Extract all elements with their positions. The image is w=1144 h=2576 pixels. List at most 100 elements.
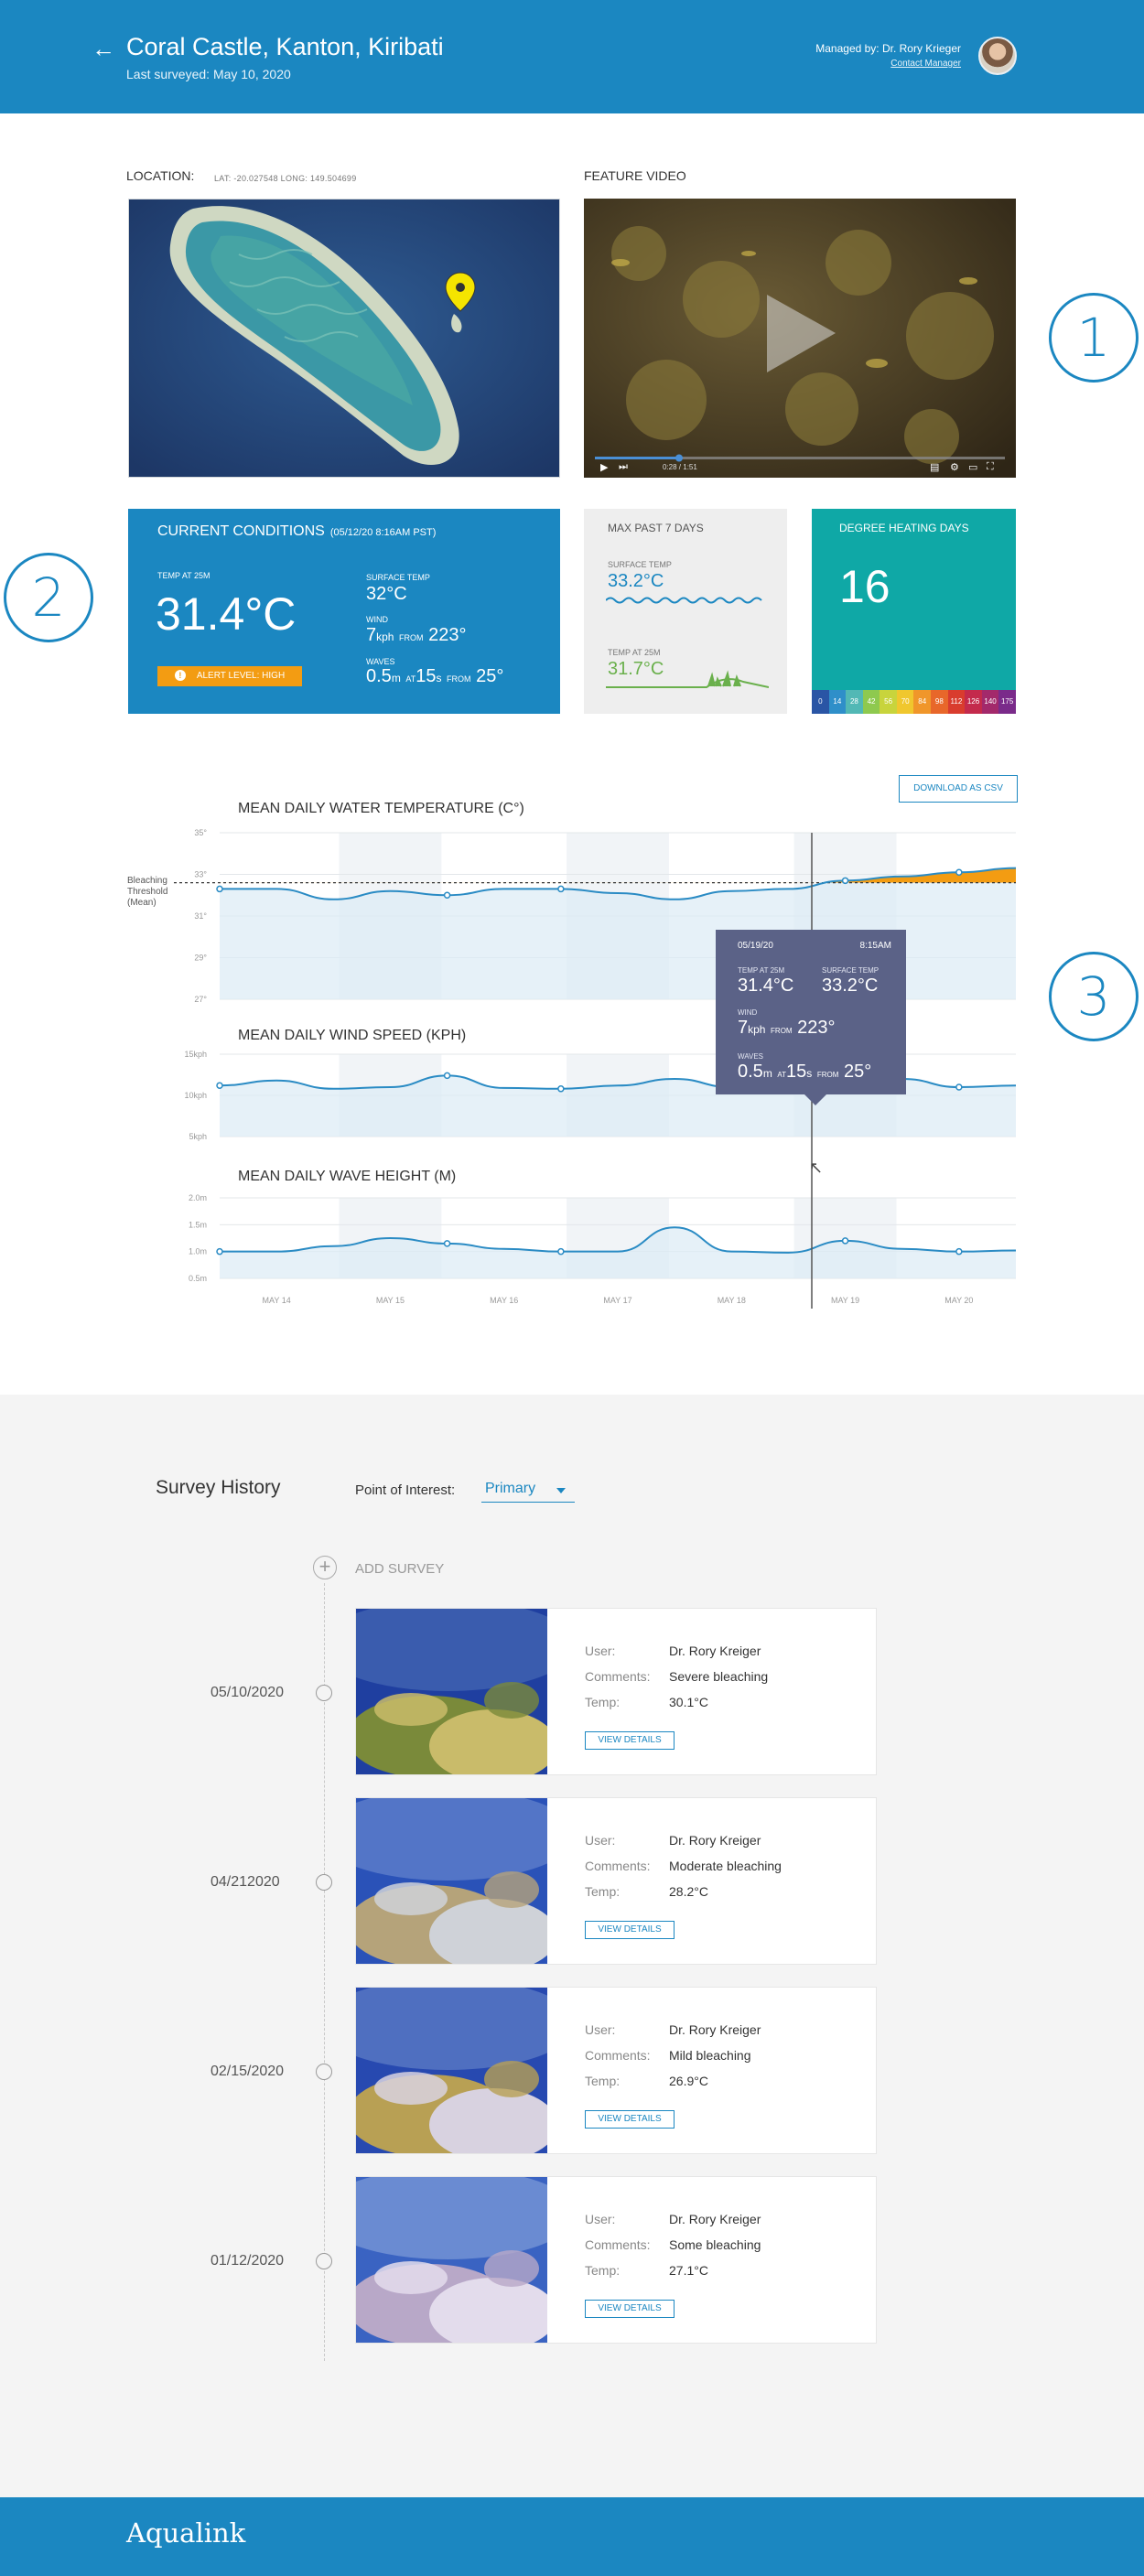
theater-mode-icon[interactable]: ▭ <box>968 461 977 473</box>
mouse-cursor-icon: ↖ <box>809 1159 824 1177</box>
survey-card[interactable]: User: Dr. Rory Kreiger Comments: Some bleac… <box>355 2176 877 2344</box>
comments-key: Comments: <box>585 2048 651 2063</box>
temp-key: Temp: <box>585 1695 621 1709</box>
survey-photo[interactable] <box>356 1988 547 2153</box>
wave-unit: m <box>391 672 401 684</box>
temp-25m-value: 31.4°C <box>156 588 297 640</box>
data-point <box>557 1247 565 1256</box>
y-tick-label: 31° <box>194 911 207 921</box>
data-point <box>557 1085 565 1093</box>
comments-key: Comments: <box>585 1859 651 1873</box>
y-tick-label: 33° <box>194 870 207 879</box>
dhw-scale-step: 14 <box>828 690 847 714</box>
tooltip-temp-label: TEMP AT 25M <box>738 966 785 975</box>
wind-unit: kph <box>376 631 394 643</box>
survey-card[interactable]: User: Dr. Rory Kreiger Comments: Mild bleac… <box>355 1987 877 2154</box>
tooltip-time: 8:15AM <box>859 941 891 951</box>
fullscreen-icon[interactable]: ⛶ <box>987 461 994 473</box>
wave-period: 15 <box>416 666 437 686</box>
settings-icon[interactable]: ⚙ <box>950 461 959 473</box>
timeline-dot <box>316 2064 332 2080</box>
survey-photo[interactable] <box>356 1798 547 1964</box>
waves-value: 0.5m AT15s FROM 25° <box>366 666 503 687</box>
tooltip-wind-from: FROM <box>771 1027 793 1035</box>
x-tick-label: MAY 20 <box>944 1296 973 1305</box>
y-tick-label: 29° <box>194 954 207 963</box>
tooltip-wind-label: WIND <box>738 1008 758 1017</box>
tooltip-wave-period-unit: s <box>806 1067 813 1080</box>
avatar[interactable] <box>978 37 1017 75</box>
view-details-button[interactable]: VIEW DETAILS <box>585 1921 675 1939</box>
data-point <box>955 1247 963 1256</box>
tooltip-wave-height: 0.5 <box>738 1062 763 1082</box>
site-footer: Aqualink <box>0 2497 1144 2576</box>
video-play-icon[interactable]: ▶ <box>600 461 608 473</box>
poi-select[interactable]: Primary <box>481 1477 575 1503</box>
callout-2: 2 <box>4 553 93 642</box>
temp-value: 30.1°C <box>669 1695 708 1709</box>
data-point <box>955 1083 963 1091</box>
video-next-icon[interactable]: ⏭ <box>619 461 628 473</box>
wind-label: WIND <box>366 615 388 624</box>
add-survey-button[interactable]: ADD SURVEY <box>355 1561 444 1577</box>
x-tick-label: MAY 18 <box>718 1296 746 1305</box>
y-tick-label: 1.0m <box>189 1247 207 1256</box>
aqualink-logo[interactable]: Aqualink <box>126 2517 245 2549</box>
back-arrow-icon[interactable]: ← <box>92 37 115 60</box>
dhw-scale-step: 175 <box>998 690 1016 714</box>
view-details-button[interactable]: VIEW DETAILS <box>585 2110 675 2129</box>
comments-value: Some bleaching <box>669 2237 761 2252</box>
satellite-map[interactable] <box>128 199 560 478</box>
chart-tooltip: 05/19/20 8:15AM TEMP AT 25M 31.4°C SURFA… <box>716 930 906 1105</box>
tooltip-wave-at: AT <box>777 1071 787 1079</box>
data-point <box>841 877 849 885</box>
download-csv-button[interactable]: DOWNLOAD AS CSV <box>899 775 1018 803</box>
view-details-button[interactable]: VIEW DETAILS <box>585 1731 675 1750</box>
wind-direction: 223° <box>428 625 467 645</box>
x-tick-label: MAY 17 <box>603 1296 631 1305</box>
temp-value: 26.9°C <box>669 2074 708 2088</box>
dhw-title: DEGREE HEATING DAYS <box>839 522 969 534</box>
tooltip-surface-value: 33.2°C <box>822 975 879 996</box>
contact-manager-link[interactable]: Contact Manager <box>890 59 961 69</box>
temp-key: Temp: <box>585 1884 621 1899</box>
add-survey-plus-icon[interactable]: + <box>313 1556 337 1579</box>
tooltip-wave-period: 15 <box>786 1062 807 1082</box>
wave-period-unit: s <box>436 672 442 684</box>
y-tick-label: 35° <box>194 828 207 837</box>
survey-date: 02/15/2020 <box>210 2064 285 2079</box>
x-tick-label: MAY 15 <box>376 1296 405 1305</box>
site-header: ← Coral Castle, Kanton, Kiribati Last su… <box>0 0 1144 113</box>
alert-level-badge: ! ALERT LEVEL: HIGH <box>157 666 302 686</box>
conditions-title: CURRENT CONDITIONS (05/12/20 8:16AM PST) <box>157 523 436 540</box>
captions-icon[interactable]: ▤ <box>930 461 939 473</box>
user-key: User: <box>585 1833 616 1848</box>
data-point <box>841 1237 849 1245</box>
comments-value: Severe bleaching <box>669 1669 769 1684</box>
y-tick-label: 27° <box>194 995 207 1004</box>
dhw-scale-step: 56 <box>880 690 897 714</box>
survey-card[interactable]: User: Dr. Rory Kreiger Comments: Severe ble… <box>355 1608 877 1775</box>
view-details-button[interactable]: VIEW DETAILS <box>585 2300 675 2318</box>
user-key: User: <box>585 2212 616 2226</box>
dhw-scale-step: 70 <box>896 690 914 714</box>
feature-video[interactable]: ▶ ⏭ 0:28 / 1:51 ▤ ⚙ ▭ ⛶ <box>584 199 1016 478</box>
survey-card[interactable]: User: Dr. Rory Kreiger Comments: Moderate b… <box>355 1797 877 1965</box>
x-tick-label: MAY 14 <box>263 1296 291 1305</box>
max-past-7-days-card: MAX PAST 7 DAYS SURFACE TEMP 33.2°C TEMP… <box>584 509 787 714</box>
max-surface-label: SURFACE TEMP <box>608 560 672 569</box>
comments-value: Moderate bleaching <box>669 1859 782 1873</box>
x-tick-label: MAY 19 <box>831 1296 859 1305</box>
temp-value: 27.1°C <box>669 2263 708 2278</box>
wind-value: 7kph FROM 223° <box>366 625 466 646</box>
managed-by: Managed by: Dr. Rory Krieger <box>815 42 961 55</box>
y-tick-label: 1.5m <box>189 1220 207 1229</box>
conditions-heading: CURRENT CONDITIONS <box>157 523 325 539</box>
reef-icon <box>606 670 769 688</box>
survey-photo[interactable] <box>356 2177 547 2343</box>
comments-key: Comments: <box>585 2237 651 2252</box>
survey-photo[interactable] <box>356 1609 547 1774</box>
timeline-dot <box>316 1874 332 1891</box>
y-tick-label: 0.5m <box>189 1274 207 1283</box>
comments-value: Mild bleaching <box>669 2048 751 2063</box>
